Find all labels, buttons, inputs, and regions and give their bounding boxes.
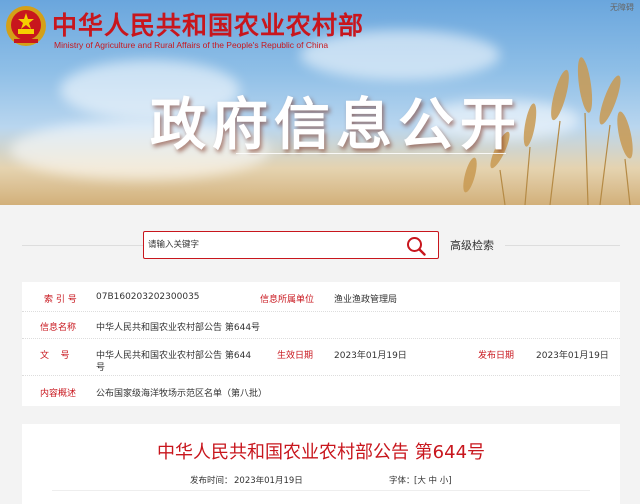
table-row: 信息名称 中华人民共和国农业农村部公告 第644号 xyxy=(22,311,620,339)
docno-label: 文 号 xyxy=(40,351,70,361)
banner-title: 政府信息公开 xyxy=(150,93,522,158)
search-input[interactable] xyxy=(146,234,400,256)
banner-divider xyxy=(236,153,506,154)
publish-time-value: 2023年01月19日 xyxy=(234,476,303,486)
name-label: 信息名称 xyxy=(40,323,77,333)
index-label: 索 引 号 xyxy=(44,295,77,305)
font-size-switcher[interactable]: [大 中 小] xyxy=(414,474,452,486)
header-banner: 中华人民共和国农业农村部 Ministry of Agriculture and… xyxy=(0,0,640,205)
index-value: 07B160203202300035 xyxy=(96,292,200,302)
docno-value-line2: 号 xyxy=(96,363,106,373)
search-bar xyxy=(143,231,439,259)
divider-left xyxy=(22,245,144,246)
advanced-search-link[interactable]: 高级检索 xyxy=(450,237,494,253)
publish-date-value: 2023年01月19日 xyxy=(536,351,609,361)
site-title[interactable]: 中华人民共和国农业农村部 xyxy=(52,6,364,42)
org-value: 渔业渔政管理局 xyxy=(334,295,398,305)
publish-time-label: 发布时间： xyxy=(190,476,233,486)
effective-date-label: 生效日期 xyxy=(277,351,314,361)
table-row: 内容概述 公布国家级海洋牧场示范区名单（第八批） xyxy=(22,375,620,406)
table-row: 索 引 号 07B160203202300035 信息所属单位 渔业渔政管理局 xyxy=(22,282,620,312)
document-panel: 中华人民共和国农业农村部公告 第644号 发布时间： 2023年01月19日 字… xyxy=(22,424,620,504)
effective-date-value: 2023年01月19日 xyxy=(334,351,407,361)
summary-value: 公布国家级海洋牧场示范区名单（第八批） xyxy=(96,389,268,399)
accessibility-link[interactable]: 无障碍 xyxy=(610,2,634,13)
document-title: 中华人民共和国农业农村部公告 第644号 xyxy=(156,442,486,463)
publish-date-label: 发布日期 xyxy=(478,351,515,361)
table-row: 文 号 中华人民共和国农业农村部公告 第644 号 生效日期 2023年01月1… xyxy=(22,338,620,376)
divider-right xyxy=(505,245,620,246)
org-label: 信息所属单位 xyxy=(260,295,315,305)
docno-value-line1: 中华人民共和国农业农村部公告 第644 xyxy=(96,351,252,361)
font-size-label: 字体： xyxy=(389,476,415,486)
national-emblem-icon xyxy=(6,6,46,46)
info-table: 索 引 号 07B160203202300035 信息所属单位 渔业渔政管理局 … xyxy=(22,282,620,406)
name-value: 中华人民共和国农业农村部公告 第644号 xyxy=(96,323,261,333)
site-title-english: Ministry of Agriculture and Rural Affair… xyxy=(54,40,329,50)
meta-divider xyxy=(52,490,590,491)
search-icon[interactable] xyxy=(406,236,426,256)
summary-label: 内容概述 xyxy=(40,389,77,399)
